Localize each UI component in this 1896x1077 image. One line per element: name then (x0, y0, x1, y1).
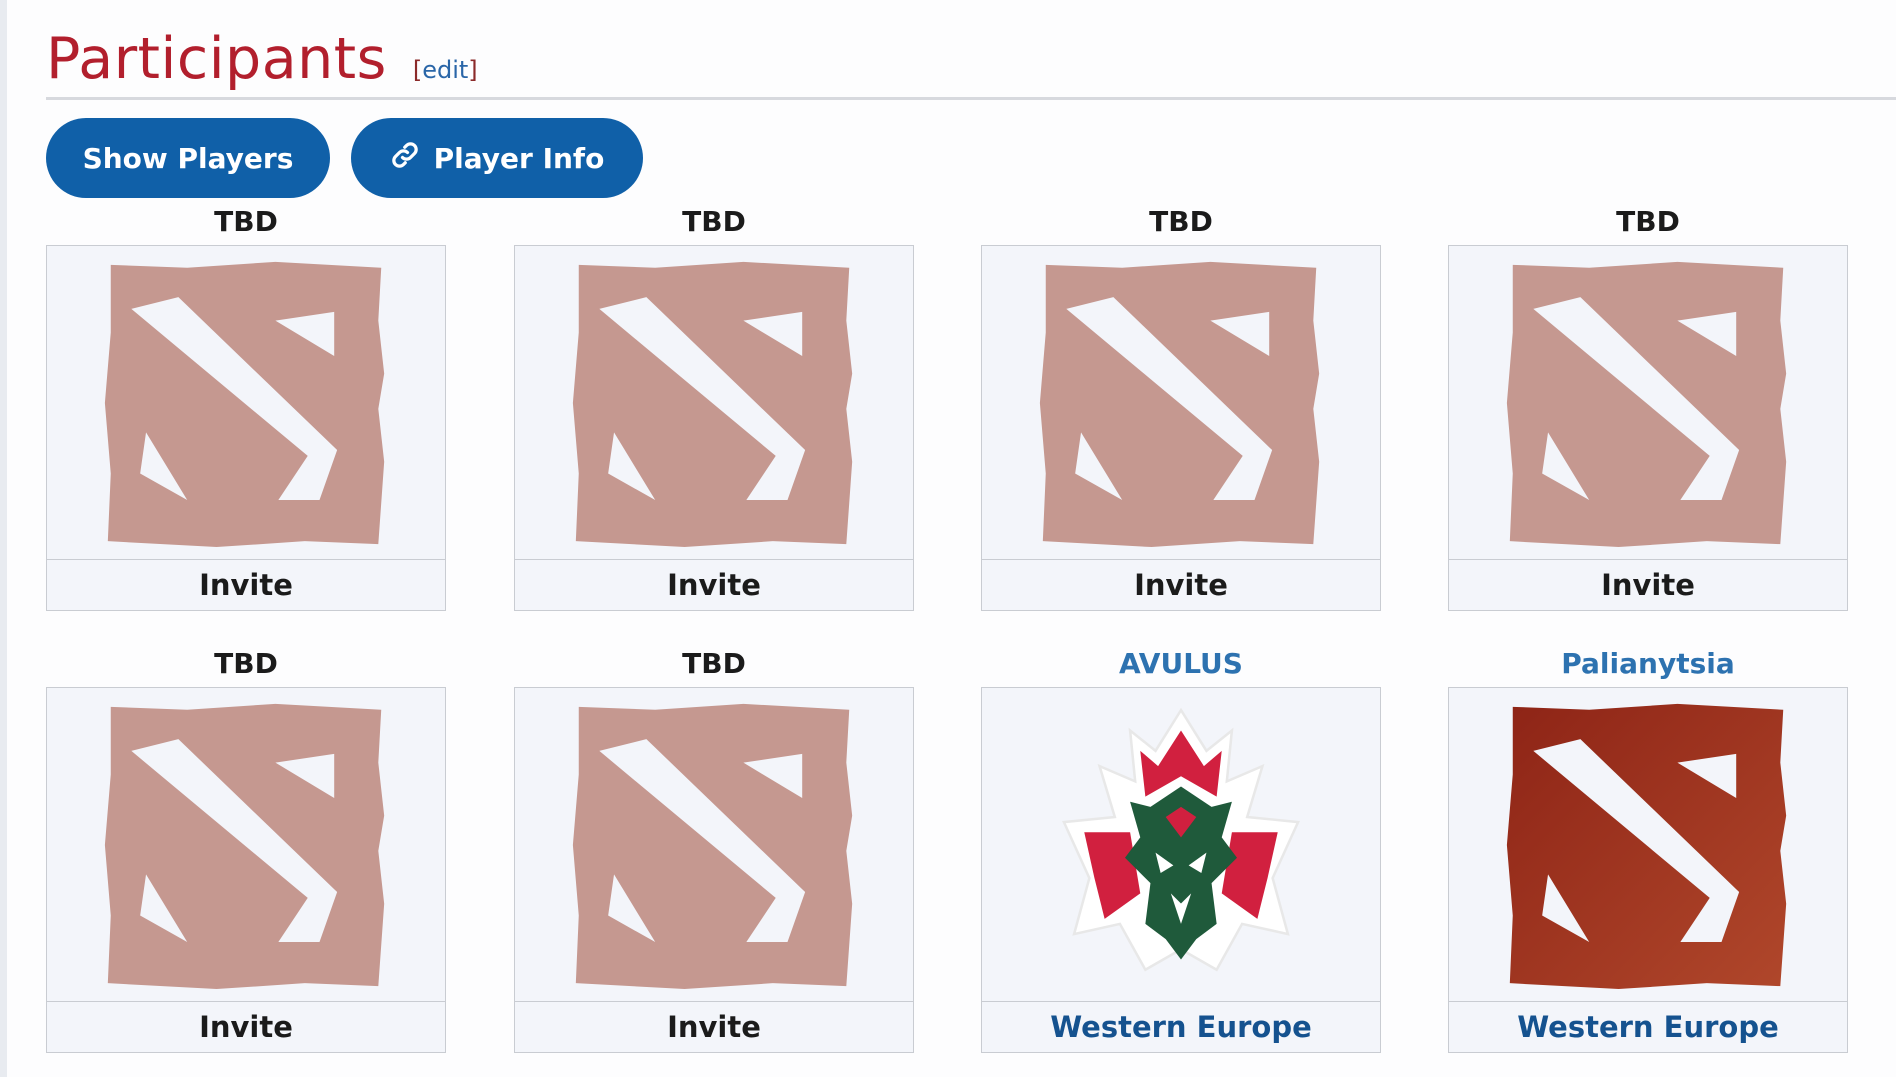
page-left-rail (0, 0, 7, 1077)
player-info-button[interactable]: Player Info (351, 118, 643, 198)
invite-label[interactable]: Invite (47, 559, 445, 610)
participant-name: TBD (1616, 205, 1680, 238)
invite-label[interactable]: Invite (1449, 559, 1847, 610)
team-name-link[interactable]: AVULUS (981, 641, 1381, 687)
participant-card: TBD Invite (46, 199, 446, 611)
dota-logo-icon[interactable] (1449, 688, 1847, 1001)
show-players-label: Show Players (82, 141, 294, 175)
link-icon (390, 140, 420, 177)
edit-link-label[interactable]: edit (422, 56, 468, 84)
region-link[interactable]: Western Europe (982, 1001, 1380, 1052)
dota-placeholder-icon (982, 246, 1380, 559)
participant-card-palianytsia: Palianytsia Western Europe (1448, 641, 1848, 1053)
invite-label[interactable]: Invite (982, 559, 1380, 610)
edit-link[interactable]: [edit] (413, 56, 478, 84)
show-players-button[interactable]: Show Players (46, 118, 330, 198)
section-heading: Participants [edit] (46, 26, 478, 92)
dota-placeholder-icon (47, 246, 445, 559)
participant-card-avulus: AVULUS Western Europe (981, 641, 1381, 1053)
participant-card: TBD Invite (46, 641, 446, 1053)
dota-placeholder-icon (1449, 246, 1847, 559)
section-title: Participants (46, 26, 387, 92)
region-link[interactable]: Western Europe (1449, 1001, 1847, 1052)
avulus-dragon-icon[interactable] (982, 688, 1380, 1001)
invite-label[interactable]: Invite (515, 1001, 913, 1052)
dota-placeholder-icon (515, 688, 913, 1001)
participant-name: TBD (214, 205, 278, 238)
player-info-label: Player Info (433, 141, 605, 175)
participant-card: TBD Invite (1448, 199, 1848, 611)
team-name-link[interactable]: Palianytsia (1448, 641, 1848, 687)
participant-card: TBD Invite (514, 641, 914, 1053)
participant-card: TBD Invite (514, 199, 914, 611)
heading-divider (46, 97, 1896, 100)
participant-name: TBD (1149, 205, 1213, 238)
invite-label[interactable]: Invite (515, 559, 913, 610)
participant-card: TBD Invite (981, 199, 1381, 611)
dota-placeholder-icon (47, 688, 445, 1001)
participant-name: TBD (682, 647, 746, 680)
participant-name: TBD (214, 647, 278, 680)
dota-placeholder-icon (515, 246, 913, 559)
participant-name: TBD (682, 205, 746, 238)
invite-label[interactable]: Invite (47, 1001, 445, 1052)
